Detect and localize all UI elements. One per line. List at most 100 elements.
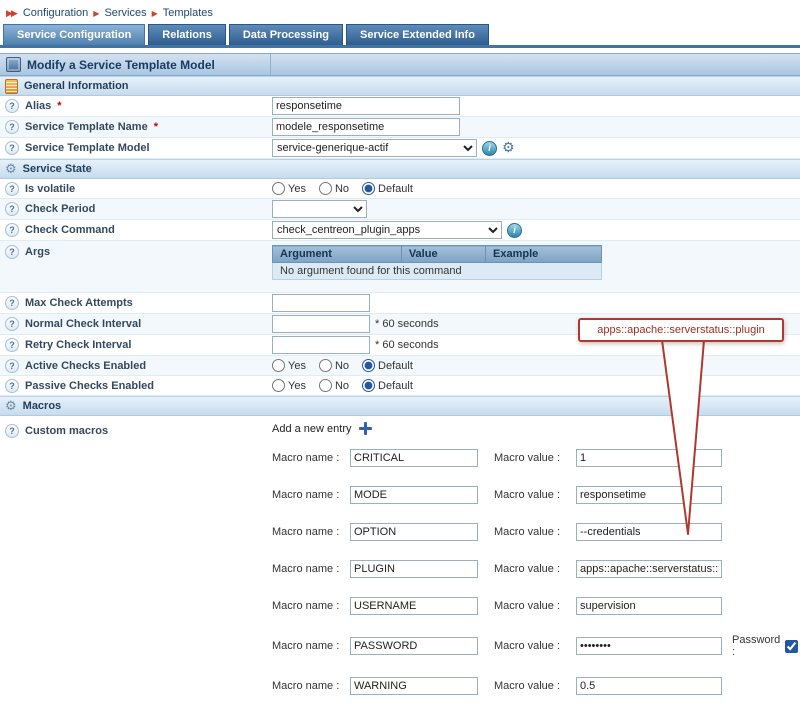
macro-row-username: Macro name : Macro value : — [272, 597, 722, 615]
is-volatile-default-radio[interactable] — [362, 182, 376, 195]
normal-check-interval-label-cell: ? Normal Check Interval — [0, 317, 270, 331]
is-volatile-yes[interactable]: Yes — [272, 182, 306, 195]
breadcrumb-templates[interactable]: Templates — [163, 7, 213, 19]
active-checks-yes-radio[interactable] — [272, 359, 285, 372]
active-checks-default-radio[interactable] — [362, 359, 376, 372]
tab-service-configuration[interactable]: Service Configuration — [3, 24, 146, 45]
macro-value-input[interactable] — [576, 523, 722, 541]
passive-checks-no-radio[interactable] — [318, 379, 332, 392]
macro-value-input[interactable] — [576, 677, 722, 695]
service-template-name-label: Service Template Name — [25, 121, 148, 133]
help-icon[interactable]: ? — [5, 141, 19, 155]
args-label-cell: ? Args — [0, 241, 270, 259]
help-icon[interactable]: ? — [5, 424, 19, 438]
help-icon[interactable]: ? — [5, 245, 19, 259]
password-checkbox[interactable] — [785, 639, 798, 653]
args-empty-row: No argument found for this command — [272, 262, 602, 280]
help-icon[interactable]: ? — [5, 120, 19, 134]
check-command-select[interactable]: check_centreon_plugin_apps — [272, 221, 502, 239]
row-alias: ? Alias * — [0, 96, 800, 117]
service-template-name-input[interactable] — [272, 118, 460, 136]
macro-name-input[interactable] — [350, 523, 478, 541]
passive-checks-yes[interactable]: Yes — [272, 379, 306, 392]
passive-checks-yes-radio[interactable] — [272, 379, 285, 392]
row-normal-check-interval: ? Normal Check Interval * 60 seconds — [0, 314, 800, 335]
row-service-template-name: ? Service Template Name * — [0, 117, 800, 138]
tab-service-extended-info[interactable]: Service Extended Info — [346, 24, 489, 45]
plus-icon[interactable] — [358, 422, 372, 435]
normal-check-interval-input[interactable] — [272, 315, 370, 333]
gear-icon[interactable]: ⚙ — [502, 141, 515, 155]
normal-check-interval-label: Normal Check Interval — [25, 318, 142, 330]
row-retry-check-interval: ? Retry Check Interval * 60 seconds — [0, 335, 800, 356]
passive-checks-default-radio[interactable] — [362, 379, 376, 392]
help-icon[interactable]: ? — [5, 202, 19, 216]
breadcrumb-configuration[interactable]: Configuration — [23, 7, 88, 19]
breadcrumb-services[interactable]: Services — [104, 7, 146, 19]
active-checks-default[interactable]: Default — [362, 359, 413, 372]
passive-checks-default[interactable]: Default — [362, 379, 413, 392]
is-volatile-label-cell: ? Is volatile — [0, 181, 270, 196]
macro-value-label: Macro value : — [494, 526, 561, 538]
section-service-state-title: Service State — [22, 163, 92, 175]
help-icon[interactable]: ? — [5, 296, 19, 310]
check-period-select[interactable] — [272, 200, 367, 218]
page-title-bar: Modify a Service Template Model — [0, 53, 800, 76]
help-icon[interactable]: ? — [5, 317, 19, 331]
help-icon[interactable]: ? — [5, 378, 19, 393]
macro-name-label: Macro name : — [272, 489, 340, 501]
max-check-attempts-label-cell: ? Max Check Attempts — [0, 296, 270, 310]
macro-value-input[interactable] — [576, 486, 722, 504]
active-checks-label: Active Checks Enabled — [25, 359, 147, 372]
macro-name-label: Macro name : — [272, 452, 340, 464]
macro-value-input[interactable] — [576, 449, 722, 467]
section-general-information-title: General Information — [24, 80, 129, 92]
help-icon[interactable]: ? — [5, 223, 19, 237]
service-template-model-select[interactable]: service-generique-actif — [272, 139, 477, 157]
macro-value-input[interactable] — [576, 597, 722, 615]
passive-checks-no[interactable]: No — [318, 379, 349, 392]
row-check-command: ? Check Command check_centreon_plugin_ap… — [0, 220, 800, 241]
help-icon[interactable]: ? — [5, 358, 19, 373]
macro-value-label: Macro value : — [494, 489, 561, 501]
active-checks-label-cell: ? Active Checks Enabled — [0, 358, 270, 373]
is-volatile-yes-radio[interactable] — [272, 182, 285, 195]
is-volatile-label: Is volatile — [25, 182, 76, 195]
is-volatile-no-radio[interactable] — [318, 182, 332, 195]
macro-row-critical: Macro name : Macro value : — [272, 449, 722, 467]
is-volatile-default[interactable]: Default — [362, 182, 413, 195]
breadcrumb-separator-icon: ▶ — [151, 8, 158, 18]
macro-name-input[interactable] — [350, 677, 478, 695]
check-command-label: Check Command — [25, 224, 115, 236]
info-icon[interactable]: i — [507, 222, 522, 238]
active-checks-no-radio[interactable] — [318, 359, 332, 372]
radio-label: Default — [378, 359, 413, 372]
args-header-example: Example — [485, 245, 602, 263]
info-icon[interactable]: i — [482, 140, 497, 156]
add-new-entry-button[interactable]: Add a new entry — [272, 422, 372, 435]
tab-data-processing[interactable]: Data Processing — [228, 24, 344, 45]
row-args: ? Args Argument Value Example No argumen… — [0, 241, 800, 293]
macro-name-input[interactable] — [350, 597, 478, 615]
row-service-template-model: ? Service Template Model service-generiq… — [0, 138, 800, 159]
retry-check-interval-input[interactable] — [272, 336, 370, 354]
macro-name-label: Macro name : — [272, 640, 340, 652]
help-icon[interactable]: ? — [5, 99, 19, 113]
help-icon[interactable]: ? — [5, 338, 19, 352]
macro-name-input[interactable] — [350, 637, 478, 655]
max-check-attempts-input[interactable] — [272, 294, 370, 312]
macro-name-input[interactable] — [350, 449, 478, 467]
macro-name-input[interactable] — [350, 560, 478, 578]
args-label: Args — [25, 246, 51, 258]
alias-input[interactable] — [272, 97, 460, 115]
service-template-model-label: Service Template Model — [25, 142, 150, 154]
macro-value-input[interactable] — [576, 560, 722, 578]
tab-relations[interactable]: Relations — [148, 24, 226, 45]
active-checks-no[interactable]: No — [318, 359, 349, 372]
macro-row-password: Macro name : Macro value : Password : — [272, 634, 798, 658]
is-volatile-no[interactable]: No — [318, 182, 349, 195]
active-checks-yes[interactable]: Yes — [272, 359, 306, 372]
macro-value-password-input[interactable] — [576, 637, 722, 655]
macro-name-input[interactable] — [350, 486, 478, 504]
help-icon[interactable]: ? — [5, 181, 19, 196]
